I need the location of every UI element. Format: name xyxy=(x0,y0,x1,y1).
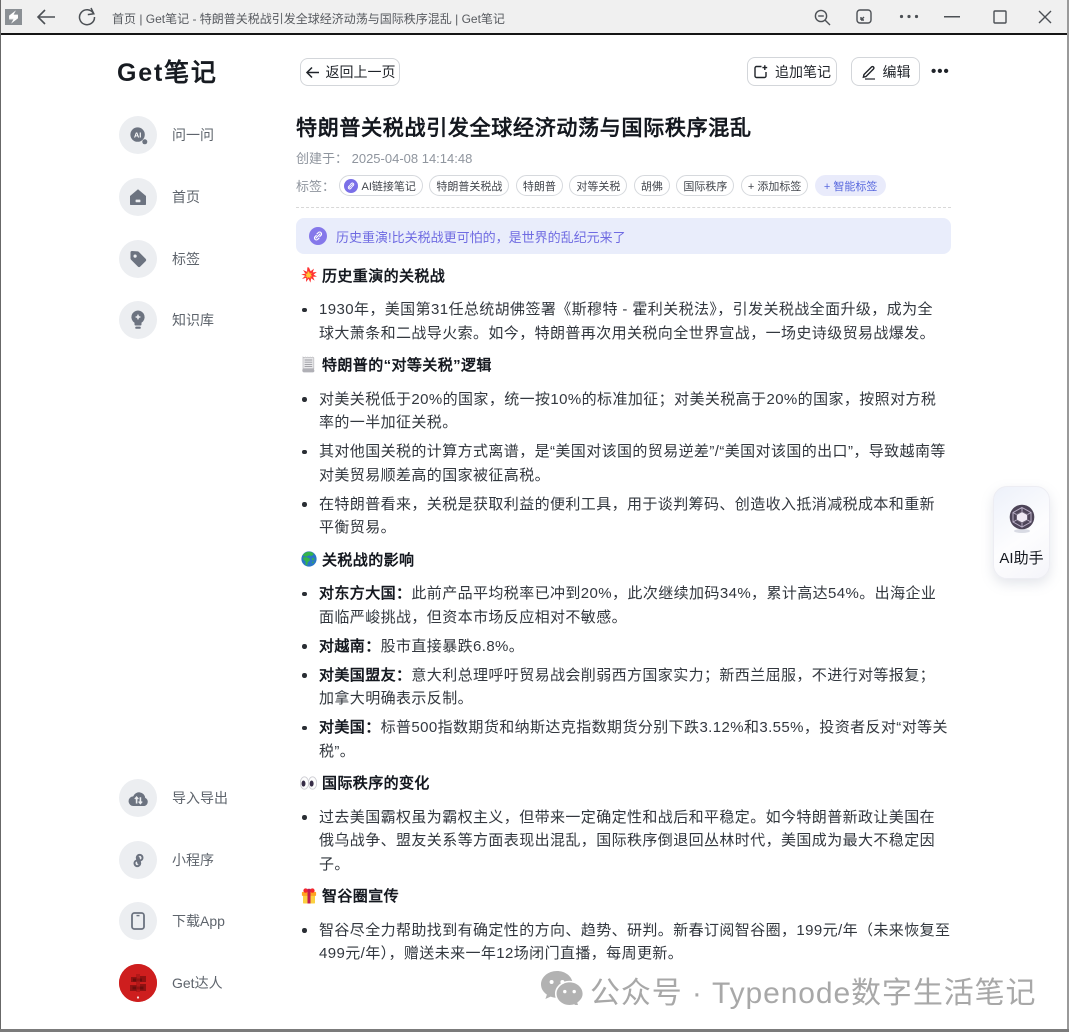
svg-text:AI: AI xyxy=(133,130,141,139)
